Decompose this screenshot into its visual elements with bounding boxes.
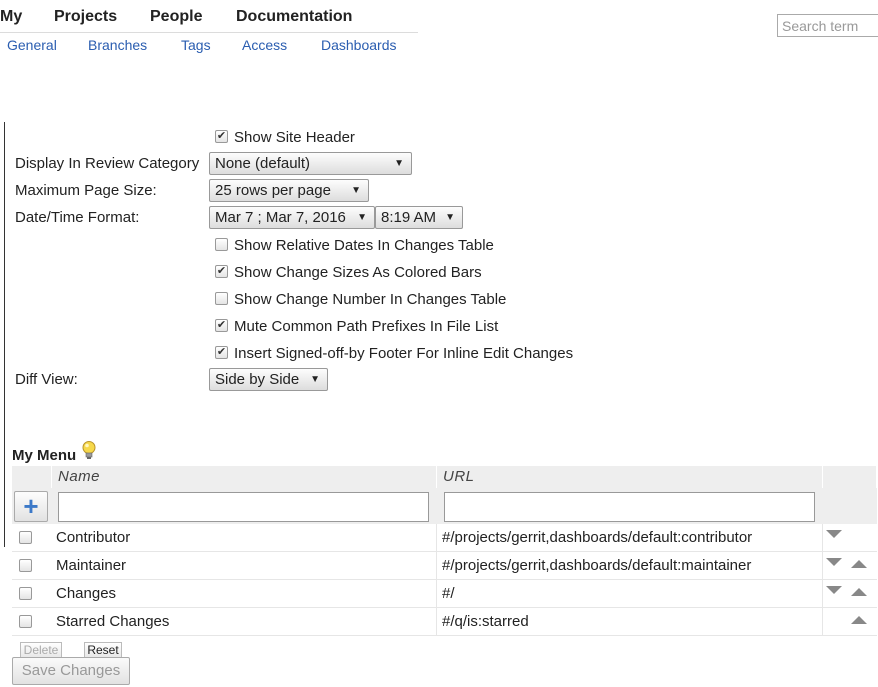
- relative-dates-checkbox[interactable]: [215, 238, 228, 251]
- move-down-icon[interactable]: [826, 586, 842, 594]
- column-divider: [436, 552, 437, 580]
- my-menu-title: My Menu: [12, 447, 77, 464]
- datetime-label: Date/Time Format:: [15, 209, 140, 226]
- table-row: Changes #/: [12, 580, 877, 608]
- chevron-down-icon: ▼: [357, 212, 367, 223]
- change-sizes-label: Show Change Sizes As Colored Bars: [234, 264, 482, 281]
- new-name-input[interactable]: [58, 492, 429, 522]
- column-divider: [436, 608, 437, 636]
- table-row: Contributor #/projects/gerrit,dashboards…: [12, 524, 877, 552]
- row-checkbox[interactable]: [19, 559, 32, 572]
- column-divider: [822, 552, 823, 580]
- nav-my[interactable]: My: [0, 8, 22, 26]
- column-divider: [822, 608, 823, 636]
- row-name: Maintainer: [56, 557, 127, 574]
- nav-projects[interactable]: Projects: [54, 8, 117, 26]
- date-format-select[interactable]: Mar 7 ; Mar 7, 2016 ▼: [209, 206, 375, 229]
- header-url: URL: [437, 466, 823, 488]
- move-up-icon[interactable]: [851, 616, 867, 624]
- chevron-down-icon: ▼: [394, 158, 404, 169]
- chevron-down-icon: ▼: [351, 185, 361, 196]
- row-checkbox[interactable]: [19, 615, 32, 628]
- diff-view-select[interactable]: Side by Side ▼: [209, 368, 328, 391]
- reset-button[interactable]: Reset: [84, 642, 122, 658]
- change-number-label: Show Change Number In Changes Table: [234, 291, 507, 308]
- subnav-dashboards[interactable]: Dashboards: [321, 37, 397, 53]
- mute-prefixes-label: Mute Common Path Prefixes In File List: [234, 318, 499, 335]
- row-name: Changes: [56, 585, 117, 602]
- nav-divider: [0, 32, 418, 33]
- review-category-select[interactable]: None (default) ▼: [209, 152, 412, 175]
- lightbulb-icon: [82, 441, 96, 459]
- chevron-down-icon: ▼: [310, 374, 320, 385]
- table-row: Starred Changes #/q/is:starred: [12, 608, 877, 636]
- header-name: Name: [52, 466, 437, 488]
- search-input[interactable]: [777, 14, 878, 37]
- row-url: #/q/is:starred: [442, 613, 529, 630]
- new-url-input[interactable]: [444, 492, 815, 522]
- chevron-down-icon: ▼: [445, 212, 455, 223]
- subnav-branches[interactable]: Branches: [88, 37, 147, 53]
- show-site-header-label: Show Site Header: [234, 129, 355, 146]
- column-divider: [822, 524, 823, 552]
- nav-documentation[interactable]: Documentation: [236, 8, 352, 26]
- move-up-icon[interactable]: [851, 560, 867, 568]
- row-url: #/projects/gerrit,dashboards/default:con…: [442, 529, 753, 546]
- column-divider: [436, 580, 437, 608]
- left-divider: [4, 122, 5, 547]
- move-down-icon[interactable]: [826, 530, 842, 538]
- review-category-label: Display In Review Category: [15, 155, 200, 172]
- change-sizes-checkbox[interactable]: ✔: [215, 265, 228, 278]
- header-actions: [823, 466, 877, 488]
- column-divider: [822, 580, 823, 608]
- time-format-value: 8:19 AM: [381, 209, 437, 226]
- table-row: Maintainer #/projects/gerrit,dashboards/…: [12, 552, 877, 580]
- time-format-select[interactable]: 8:19 AM ▼: [375, 206, 463, 229]
- subnav-general[interactable]: General: [7, 37, 57, 53]
- row-checkbox[interactable]: [19, 587, 32, 600]
- review-category-value: None (default): [215, 155, 311, 172]
- subnav-access[interactable]: Access: [242, 37, 287, 53]
- move-down-icon[interactable]: [826, 558, 842, 566]
- date-format-value: Mar 7 ; Mar 7, 2016: [215, 209, 346, 226]
- add-item-button[interactable]: +: [14, 491, 48, 522]
- delete-button[interactable]: Delete: [20, 642, 62, 658]
- nav-people[interactable]: People: [150, 8, 202, 26]
- page-size-select[interactable]: 25 rows per page ▼: [209, 179, 369, 202]
- row-checkbox[interactable]: [19, 531, 32, 544]
- move-up-icon[interactable]: [851, 588, 867, 596]
- mute-prefixes-checkbox[interactable]: ✔: [215, 319, 228, 332]
- row-url: #/: [442, 585, 455, 602]
- row-name: Contributor: [56, 529, 131, 546]
- column-divider: [436, 524, 437, 552]
- diff-view-value: Side by Side: [215, 371, 300, 388]
- header-select-column: [12, 466, 52, 488]
- change-number-checkbox[interactable]: [215, 292, 228, 305]
- page-size-label: Maximum Page Size:: [15, 182, 157, 199]
- relative-dates-label: Show Relative Dates In Changes Table: [234, 237, 494, 254]
- save-changes-button[interactable]: Save Changes: [12, 657, 130, 685]
- page-size-value: 25 rows per page: [215, 182, 331, 199]
- show-site-header-checkbox[interactable]: ✔: [215, 130, 228, 143]
- row-url: #/projects/gerrit,dashboards/default:mai…: [442, 557, 752, 574]
- signed-off-label: Insert Signed-off-by Footer For Inline E…: [234, 345, 574, 362]
- signed-off-checkbox[interactable]: ✔: [215, 346, 228, 359]
- subnav-tags[interactable]: Tags: [181, 37, 211, 53]
- diff-view-label: Diff View:: [15, 371, 78, 388]
- row-name: Starred Changes: [56, 613, 170, 630]
